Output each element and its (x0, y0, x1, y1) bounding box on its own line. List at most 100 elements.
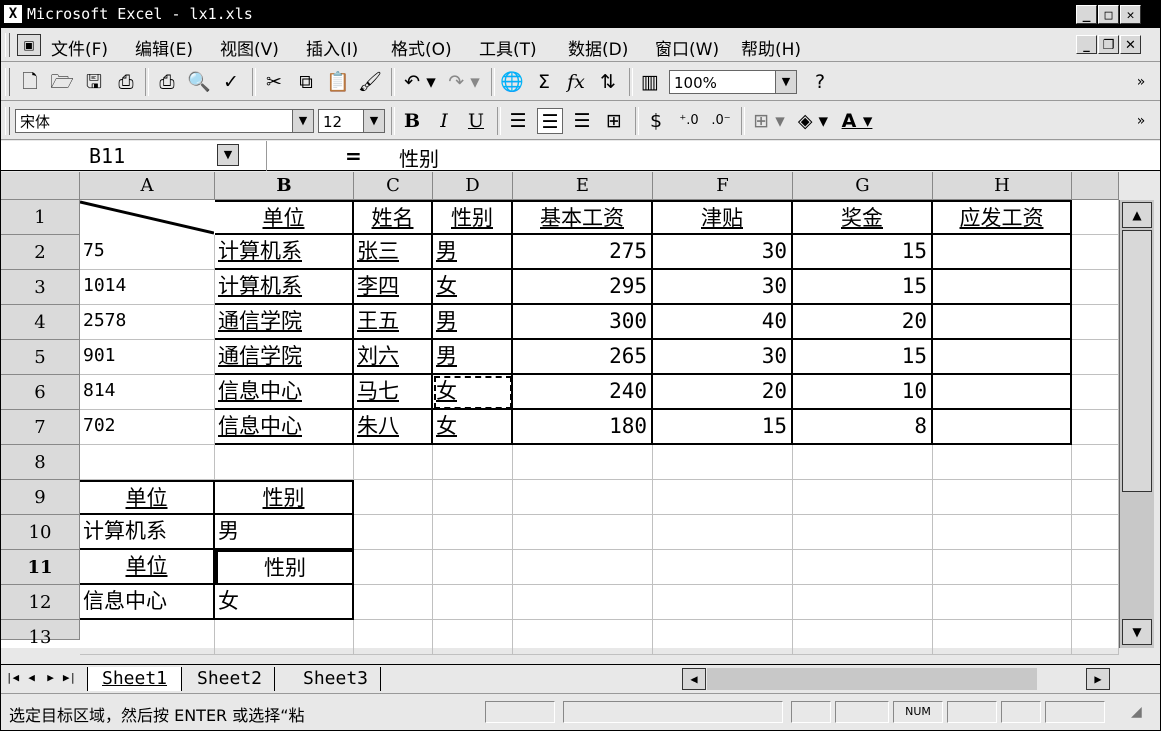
cell-empty[interactable] (215, 445, 354, 480)
function-icon[interactable]: fx (563, 69, 589, 95)
cell-sex[interactable]: 女 (433, 270, 513, 305)
spelling-icon[interactable]: ✓ (218, 69, 244, 95)
cell-empty[interactable] (933, 550, 1072, 585)
cell-gross-pay[interactable] (933, 270, 1072, 305)
cut-icon[interactable]: ✂ (261, 69, 287, 95)
scroll-thumb[interactable] (1122, 230, 1152, 492)
autosum-icon[interactable]: Σ (531, 69, 557, 95)
cell-allowance[interactable]: 30 (653, 340, 793, 375)
help-icon[interactable]: ? (807, 69, 833, 95)
cell-empty[interactable] (933, 445, 1072, 480)
italic-button[interactable]: I (431, 108, 457, 134)
cell-id[interactable]: 814 (80, 375, 215, 410)
cell-empty[interactable] (1072, 515, 1119, 550)
currency-icon[interactable]: $ (643, 108, 669, 134)
hyperlink-icon[interactable]: 🌐 (499, 69, 525, 95)
cell-criteria-header-sex[interactable]: 性别 (215, 480, 354, 515)
cell-empty[interactable] (354, 445, 433, 480)
toolbar-grip[interactable] (5, 68, 10, 96)
cell-empty[interactable] (1072, 305, 1119, 340)
cell-empty[interactable] (433, 445, 513, 480)
cell-name[interactable]: 马七 (354, 375, 433, 410)
cell-sex[interactable]: 男 (433, 235, 513, 270)
cell-unit[interactable]: 通信学院 (215, 305, 354, 340)
cell-criteria-unit[interactable]: 计算机系 (80, 515, 215, 550)
cell-sex[interactable]: 女 (433, 375, 513, 410)
row-header[interactable]: 2 (1, 235, 80, 270)
cell-empty[interactable] (1072, 235, 1119, 270)
cell-empty[interactable] (793, 620, 933, 655)
cell-empty[interactable] (354, 480, 433, 515)
row-header[interactable]: 6 (1, 375, 80, 410)
row-header[interactable]: 1 (1, 200, 80, 235)
sort-ascending-icon[interactable]: ⇅ (595, 69, 621, 95)
menu-tools[interactable]: 工具(T) (479, 35, 537, 60)
cell-empty[interactable] (433, 620, 513, 655)
cell-sex[interactable]: 女 (433, 410, 513, 445)
cell-empty[interactable] (513, 550, 653, 585)
cell-empty[interactable] (653, 515, 793, 550)
cell-header-gross-pay[interactable]: 应发工资 (933, 200, 1072, 235)
last-sheet-icon[interactable]: ▶| (61, 669, 78, 687)
cell-empty[interactable] (653, 620, 793, 655)
cell-gross-pay[interactable] (933, 305, 1072, 340)
more-buttons-icon[interactable]: » (1131, 69, 1151, 95)
undo-icon[interactable]: ↶ ▾ (400, 69, 440, 95)
cell-id[interactable]: 1014 (80, 270, 215, 305)
copy-icon[interactable]: ⧉ (293, 69, 319, 95)
cell-empty[interactable] (1072, 340, 1119, 375)
first-sheet-icon[interactable]: |◀ (4, 669, 21, 687)
underline-button[interactable]: U (463, 108, 489, 134)
cell-id[interactable]: 901 (80, 340, 215, 375)
cell-base-salary[interactable]: 275 (513, 235, 653, 270)
row-header[interactable]: 8 (1, 445, 80, 480)
font-size-combo[interactable]: 12 ▼ (318, 109, 385, 133)
close-button[interactable]: ✕ (1120, 5, 1141, 24)
cell-unit[interactable]: 计算机系 (215, 270, 354, 305)
doc-restore-button[interactable]: ❐ (1098, 35, 1119, 54)
cell-empty[interactable] (513, 515, 653, 550)
cell-header-bonus[interactable]: 奖金 (793, 200, 933, 235)
cell-empty[interactable] (933, 620, 1072, 655)
chart-wizard-icon[interactable]: ▥ (637, 69, 663, 95)
save-icon[interactable]: 🖫 (81, 69, 107, 95)
row-header[interactable]: 11 (1, 550, 80, 585)
cell-empty[interactable] (1072, 445, 1119, 480)
cell-allowance[interactable]: 30 (653, 270, 793, 305)
align-center-icon[interactable]: ☰ (537, 108, 563, 134)
menu-help[interactable]: 帮助(H) (741, 35, 801, 60)
merge-center-icon[interactable]: ⊞ (601, 108, 627, 134)
formula-content[interactable]: 性别 (399, 143, 439, 172)
cell-gross-pay[interactable] (933, 235, 1072, 270)
cell-empty[interactable] (433, 515, 513, 550)
scroll-up-icon[interactable]: ▲ (1122, 202, 1152, 228)
menu-data[interactable]: 数据(D) (568, 35, 628, 60)
cell-criteria-sex[interactable]: 男 (215, 515, 354, 550)
doc-close-button[interactable]: ✕ (1120, 35, 1141, 54)
cell-unit[interactable]: 信息中心 (215, 375, 354, 410)
resize-grip-icon[interactable]: ◢ (1131, 704, 1142, 720)
redo-icon[interactable]: ↷ ▾ (444, 69, 484, 95)
row-header[interactable]: 3 (1, 270, 80, 305)
zoom-combo[interactable]: 100% ▼ (669, 70, 797, 94)
maximize-button[interactable]: □ (1098, 5, 1119, 24)
name-box-dropdown-icon[interactable]: ▼ (217, 144, 239, 166)
cell-empty[interactable] (513, 585, 653, 620)
row-header[interactable]: 5 (1, 340, 80, 375)
cell-id[interactable]: 702 (80, 410, 215, 445)
select-all-corner[interactable] (1, 172, 80, 200)
cell-empty[interactable] (653, 550, 793, 585)
cell-header-allowance[interactable]: 津贴 (653, 200, 793, 235)
cell-criteria-sex[interactable]: 女 (215, 585, 354, 620)
row-header[interactable]: 12 (1, 585, 80, 620)
cell-bonus[interactable]: 15 (793, 270, 933, 305)
size-dropdown-icon[interactable]: ▼ (363, 110, 384, 132)
workbook-icon[interactable]: ▣ (17, 34, 41, 56)
align-left-icon[interactable]: ☰ (505, 108, 531, 134)
vertical-scrollbar[interactable]: ▲ ▼ (1119, 200, 1154, 648)
row-header[interactable]: 10 (1, 515, 80, 550)
cell-empty[interactable] (215, 620, 354, 655)
cell-header-sex[interactable]: 性别 (433, 200, 513, 235)
bold-button[interactable]: B (399, 108, 425, 134)
menu-edit[interactable]: 编辑(E) (135, 35, 193, 60)
